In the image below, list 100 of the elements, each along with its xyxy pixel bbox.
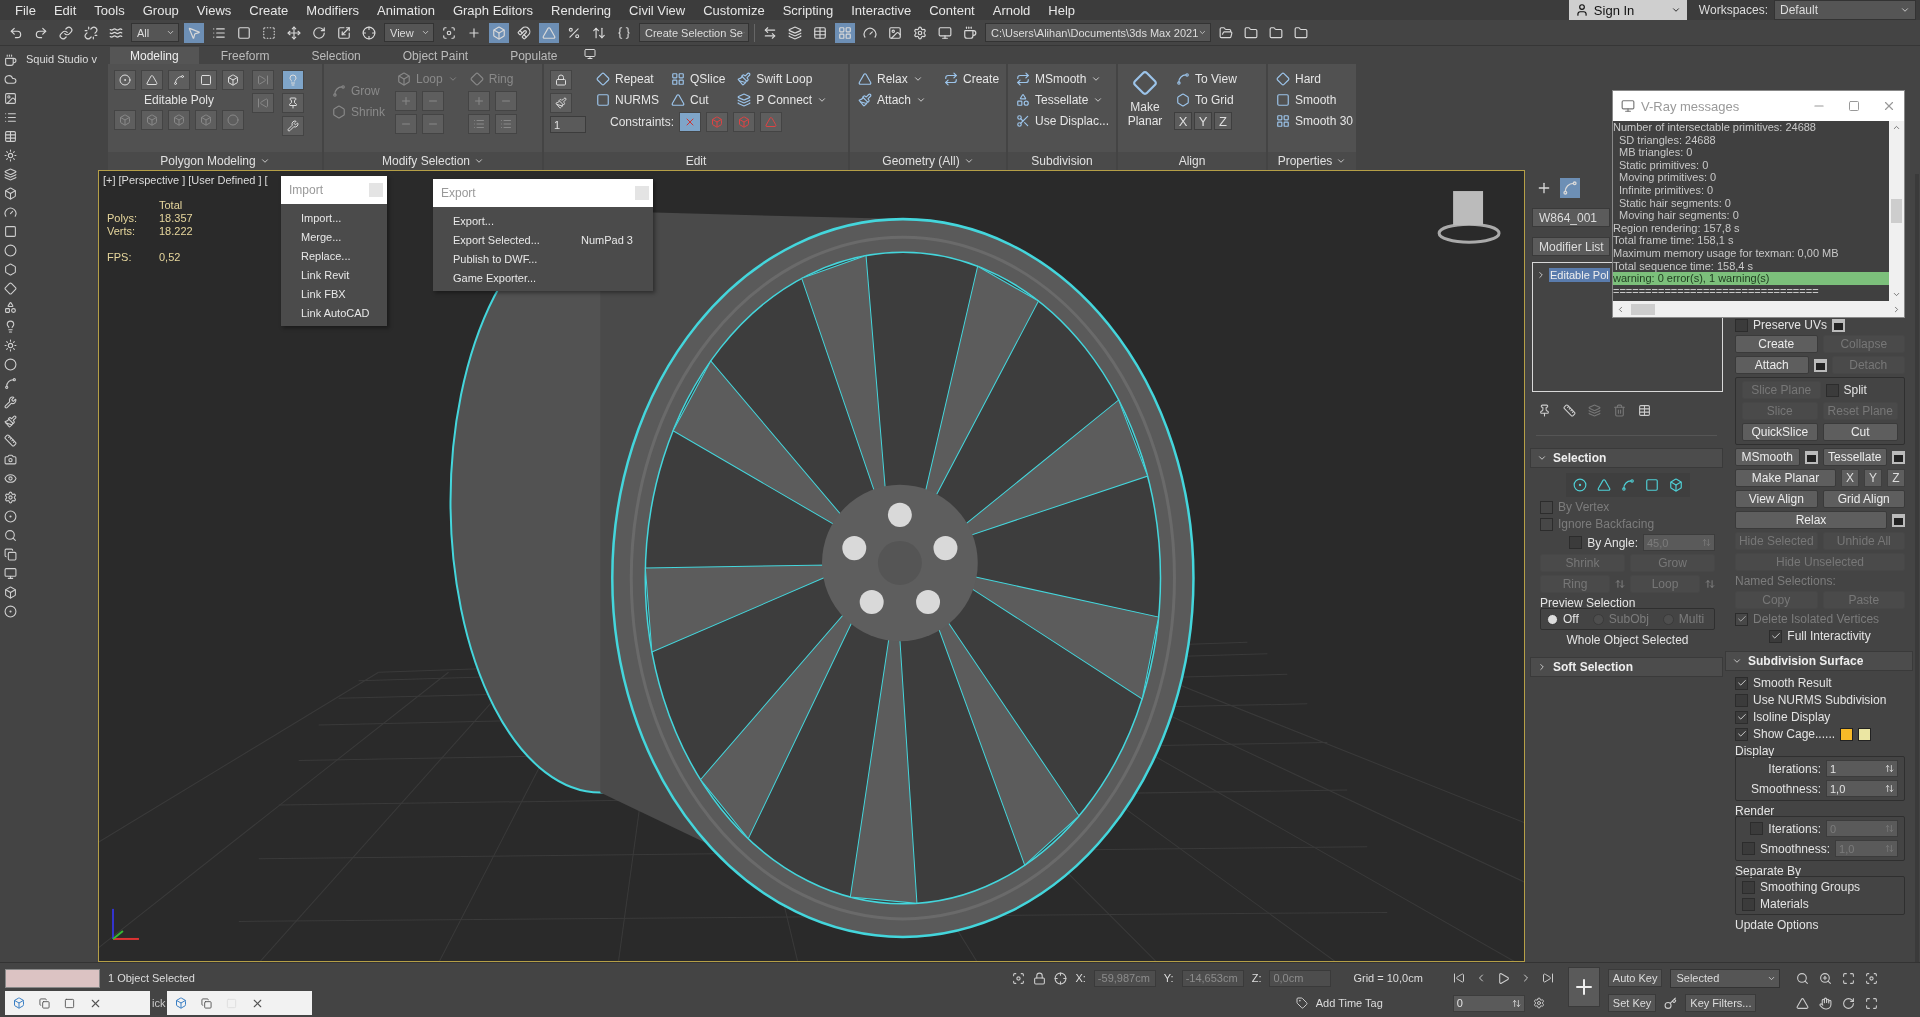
menu-item[interactable]: Publish to DWF... [433,249,653,268]
panel-button[interactable]: QuickSlice [1742,423,1818,441]
viewport-label[interactable]: [User Defined ] [188,174,262,186]
ribbon-tool[interactable]: To View [1174,70,1239,88]
menu-item[interactable]: Edit [44,0,86,20]
checkbox-label: Smooth Result [1753,676,1832,690]
viewport-label[interactable]: [ [264,174,268,186]
menu-item[interactable]: Customize [694,0,774,20]
panel-button[interactable]: Make Planar [1735,469,1836,487]
ribbon-group-title[interactable]: Geometry (All) [850,152,1006,170]
modifier-list-dropdown[interactable]: Modifier List [1532,237,1610,256]
rollout-header[interactable]: Subdivision Surface [1725,651,1913,671]
ribbon-tool[interactable]: Smooth [1274,91,1356,109]
menu-item[interactable]: Merge... [281,227,387,246]
ribbon-group-title[interactable]: Modify Selection [324,152,542,170]
menu-item[interactable]: Create [240,0,298,20]
menu-item[interactable]: Interactive [842,0,921,20]
panel-button[interactable]: Tessellate [1822,448,1887,466]
ribbon-tool[interactable]: MSmooth [1014,70,1112,88]
ribbon-tab[interactable]: Selection [291,47,381,64]
viewport-label[interactable]: [+] [103,174,116,186]
menu-item[interactable]: Modifiers [297,0,369,20]
sign-in-button[interactable]: Sign In [1568,0,1687,20]
menu-item[interactable]: Export... [433,211,653,230]
ribbon-tab[interactable]: Freeform [200,47,290,64]
menu-item[interactable]: Export Selected... NumPad 3 [433,230,653,249]
viewport-label[interactable]: [Perspective ] [118,174,186,186]
key-filters-button[interactable]: Key Filters... [1685,994,1757,1012]
panel-button[interactable]: Cut [1822,423,1898,441]
ribbon-tool[interactable]: Attach [856,91,929,109]
ribbon-tool[interactable]: Relax [856,70,929,88]
ribbon-tool[interactable]: Tessellate [1014,91,1112,109]
workspace-dropdown[interactable]: Default [1774,0,1916,20]
auto-key-button[interactable]: Auto Key [1607,969,1663,987]
spinner-field[interactable]: 1 [550,116,586,133]
add-time-tag[interactable]: Add Time Tag [1315,997,1383,1009]
menu-item[interactable]: Link FBX [281,284,387,303]
axis-button[interactable]: Y [1194,112,1212,130]
make-planar-button[interactable]: Make Planar [1124,70,1166,128]
ribbon-tab[interactable]: Object Paint [382,47,489,64]
menu-item[interactable]: Help [1039,0,1085,20]
ribbon-tab[interactable]: Populate [490,47,578,64]
project-path-dropdown[interactable]: C:\Users\Alihan\Documents\3ds Max 2021 [985,23,1211,42]
panel-button[interactable]: Relax [1735,511,1887,529]
menu-item[interactable]: File [6,0,45,20]
panel-button[interactable]: Create [1735,335,1818,353]
axis-button[interactable]: Z [1214,112,1232,130]
menu-item[interactable]: Rendering [542,0,621,20]
axis-button[interactable]: X [1841,469,1859,487]
spinner-field[interactable]: 1,0 [1826,780,1898,797]
frame-spinner[interactable]: 0 [1452,994,1525,1012]
axis-button[interactable]: X [1174,112,1192,130]
panel-button[interactable]: Grid Align [1822,490,1905,508]
menu-item[interactable]: Replace... [281,246,387,265]
rollout-header[interactable]: Selection [1530,448,1723,468]
set-key-mode-button[interactable]: Set Key [1607,994,1657,1012]
panel-button[interactable]: Attach [1735,356,1809,374]
ribbon-group-title[interactable]: Align [1118,152,1266,170]
menu-item[interactable]: Link Revit [281,265,387,284]
named-selection-dropdown[interactable]: Create Selection Se [639,23,749,42]
ribbon-group-title[interactable]: Edit [544,152,848,170]
menu-item[interactable]: Graph Editors [443,0,543,20]
ribbon-tool[interactable]: Smooth 30 [1274,112,1356,130]
ribbon-tool[interactable]: Create [942,70,1002,88]
menu-item[interactable]: Animation [368,0,444,20]
menu-item[interactable]: Scripting [773,0,843,20]
ribbon-tool[interactable]: Repeat [594,70,661,88]
selection-filter-dropdown[interactable]: All [131,23,179,42]
menu-item[interactable]: Link AutoCAD [281,303,387,322]
ribbon-tool[interactable]: QSlice [669,70,728,88]
menu-item[interactable]: Content [920,0,984,20]
spinner-field[interactable]: 1 [1826,760,1898,777]
menu-item[interactable]: Group [133,0,188,20]
menu-item[interactable]: Tools [85,0,134,20]
ribbon-group-title[interactable]: Polygon Modeling [108,152,322,170]
axis-button[interactable]: Z [1887,469,1905,487]
ribbon-tool[interactable]: Hard [1274,70,1356,88]
ribbon-tool[interactable]: P Connect [735,91,830,109]
ribbon-tool[interactable]: To Grid [1174,91,1239,109]
coordinate-dropdown[interactable]: View [384,23,434,42]
menu-item[interactable]: Import... [281,208,387,227]
panel-button[interactable]: MSmooth [1735,448,1800,466]
stack-item[interactable]: Editable Pol [1549,268,1610,282]
ribbon-group-title[interactable]: Properties [1268,152,1356,170]
ribbon-group-title[interactable]: Subdivision [1008,152,1116,170]
ribbon-tab[interactable]: Modeling [110,47,199,64]
ribbon-tool[interactable]: Cut [669,91,728,109]
menu-item[interactable]: Arnold [983,0,1040,20]
menu-item[interactable]: Civil View [620,0,695,20]
rollout-header[interactable]: Soft Selection [1530,657,1723,677]
ribbon-tool[interactable]: NURMS [594,91,661,109]
ribbon-tool[interactable]: Swift Loop [735,70,830,88]
menu-item[interactable]: Game Exporter... [433,268,653,287]
object-name-field[interactable]: W864_001 [1532,208,1610,227]
panel-button[interactable]: View Align [1735,490,1818,508]
ribbon-tool[interactable]: Use Displac... [1014,112,1112,130]
checkbox-label: Preserve UVs [1753,318,1828,332]
axis-button[interactable]: Y [1864,469,1882,487]
menu-item[interactable]: Views [187,0,241,20]
key-mode-dropdown[interactable]: Selected [1670,968,1781,988]
